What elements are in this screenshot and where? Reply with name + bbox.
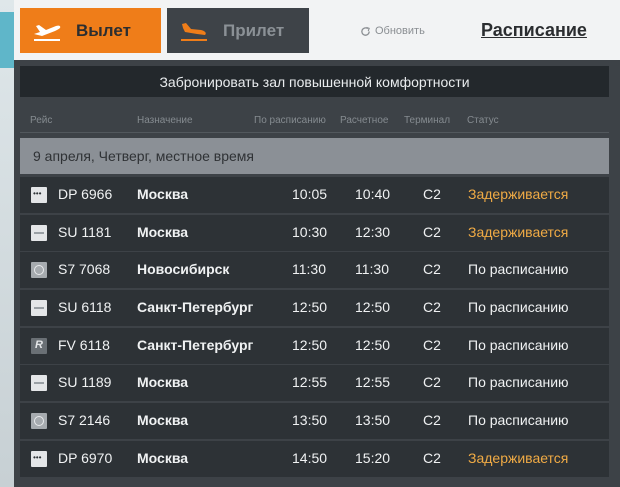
aeroflot-logo-icon xyxy=(31,375,47,392)
flight-row[interactable]: DP 6970 Москва 14:50 15:20 C2 Задерживае… xyxy=(20,440,609,477)
refresh-button[interactable]: Обновить xyxy=(360,25,425,37)
scheduled-time: 14:50 xyxy=(292,449,328,466)
flight-status: По расписанию xyxy=(468,412,569,429)
background-fragment xyxy=(0,12,14,68)
pobeda-logo-icon xyxy=(31,450,47,467)
flight-number: S7 7068 xyxy=(58,261,111,278)
terminal: C2 xyxy=(423,186,441,202)
terminal: C2 xyxy=(423,449,441,466)
column-header-status: Статус xyxy=(467,115,499,126)
destination: Санкт-Петербург xyxy=(137,299,254,316)
header-divider xyxy=(20,132,609,133)
destination: Москва xyxy=(137,449,189,466)
scheduled-time: 10:05 xyxy=(292,186,328,202)
flight-list: DP 6966 Москва 10:05 10:40 C2 Задерживае… xyxy=(20,177,609,479)
flight-number: FV 6118 xyxy=(58,336,110,353)
refresh-label: Обновить xyxy=(375,25,425,37)
terminal: C2 xyxy=(423,299,441,316)
column-header-terminal: Терминал xyxy=(404,115,451,126)
flight-row[interactable]: DP 6966 Москва 10:05 10:40 C2 Задерживае… xyxy=(20,177,609,213)
destination: Москва xyxy=(137,186,189,202)
refresh-icon xyxy=(361,26,370,36)
tab-departures-label: Вылет xyxy=(76,20,131,40)
terminal: C2 xyxy=(423,374,441,391)
scheduled-time: 12:50 xyxy=(292,299,328,316)
flight-number: DP 6970 xyxy=(58,449,113,466)
flight-row[interactable]: S7 7068 Новосибирск 11:30 11:30 C2 По ра… xyxy=(20,252,609,289)
background-page-strip xyxy=(0,0,14,487)
estimated-time: 13:50 xyxy=(355,412,391,429)
estimated-time: 10:40 xyxy=(355,186,391,202)
flight-number: S7 2146 xyxy=(58,412,111,429)
flight-status: По расписанию xyxy=(468,374,569,391)
estimated-time: 12:50 xyxy=(355,299,391,316)
flight-row[interactable]: SU 6118 Санкт-Петербург 12:50 12:50 C2 П… xyxy=(20,290,609,327)
flight-board: Вылет Прилет Обновить Расписание Заброни… xyxy=(14,0,620,487)
plane-takeoff-icon xyxy=(34,24,61,41)
flight-row[interactable]: S7 2146 Москва 13:50 13:50 C2 По расписа… xyxy=(20,403,609,440)
scheduled-time: 11:30 xyxy=(292,261,326,278)
flight-number: DP 6966 xyxy=(58,186,113,202)
terminal: C2 xyxy=(423,336,441,353)
column-header-destination: Назначение xyxy=(137,115,193,126)
destination: Санкт-Петербург xyxy=(137,336,254,353)
flight-number: SU 6118 xyxy=(58,299,112,316)
flight-status: Задерживается xyxy=(468,223,569,240)
column-header-estimated: Расчетное xyxy=(340,115,389,126)
s7-logo-icon xyxy=(31,413,47,430)
terminal: C2 xyxy=(423,412,441,429)
flight-status: Задерживается xyxy=(468,449,569,466)
flight-row[interactable]: FV 6118 Санкт-Петербург 12:50 12:50 C2 П… xyxy=(20,327,609,364)
destination: Новосибирск xyxy=(137,261,230,278)
flight-status: По расписанию xyxy=(468,299,569,316)
destination: Москва xyxy=(137,223,189,240)
flight-row[interactable]: SU 1189 Москва 12:55 12:55 C2 По расписа… xyxy=(20,365,609,402)
estimated-time: 12:30 xyxy=(355,223,391,240)
scheduled-time: 10:30 xyxy=(292,223,328,240)
flight-number: SU 1189 xyxy=(58,374,112,391)
flight-status: Задерживается xyxy=(468,186,569,202)
aeroflot-logo-icon xyxy=(31,224,47,241)
tab-arrivals[interactable]: Прилет xyxy=(167,8,309,53)
rossiya-logo-icon xyxy=(31,337,47,354)
plane-landing-icon xyxy=(181,22,207,41)
estimated-time: 12:50 xyxy=(355,336,391,353)
flight-status: По расписанию xyxy=(468,261,569,278)
tab-departures[interactable]: Вылет xyxy=(20,8,161,53)
aeroflot-logo-icon xyxy=(31,300,47,317)
table-header: Рейс Назначение По расписанию Расчетное … xyxy=(14,110,620,132)
schedule-link[interactable]: Расписание xyxy=(481,20,587,41)
vip-lounge-booking-button[interactable]: Забронировать зал повышенной комфортност… xyxy=(20,66,609,97)
terminal: C2 xyxy=(423,223,441,240)
date-header: 9 апреля, Четверг, местное время xyxy=(20,138,609,174)
column-header-scheduled: По расписанию xyxy=(254,115,326,126)
column-header-flight: Рейс xyxy=(30,115,53,126)
tab-arrivals-label: Прилет xyxy=(223,20,285,40)
s7-logo-icon xyxy=(31,262,47,279)
estimated-time: 15:20 xyxy=(355,449,391,466)
estimated-time: 11:30 xyxy=(355,261,389,278)
estimated-time: 12:55 xyxy=(355,374,391,391)
destination: Москва xyxy=(137,374,189,391)
pobeda-logo-icon xyxy=(31,187,47,203)
scheduled-time: 12:55 xyxy=(292,374,328,391)
flight-row[interactable]: SU 1181 Москва 10:30 12:30 C2 Задерживае… xyxy=(20,214,609,251)
tabs-bar: Вылет Прилет Обновить Расписание xyxy=(14,0,620,60)
scheduled-time: 12:50 xyxy=(292,336,328,353)
terminal: C2 xyxy=(423,261,441,278)
flight-status: По расписанию xyxy=(468,336,569,353)
destination: Москва xyxy=(137,412,189,429)
scheduled-time: 13:50 xyxy=(292,412,328,429)
flight-number: SU 1181 xyxy=(58,223,112,240)
